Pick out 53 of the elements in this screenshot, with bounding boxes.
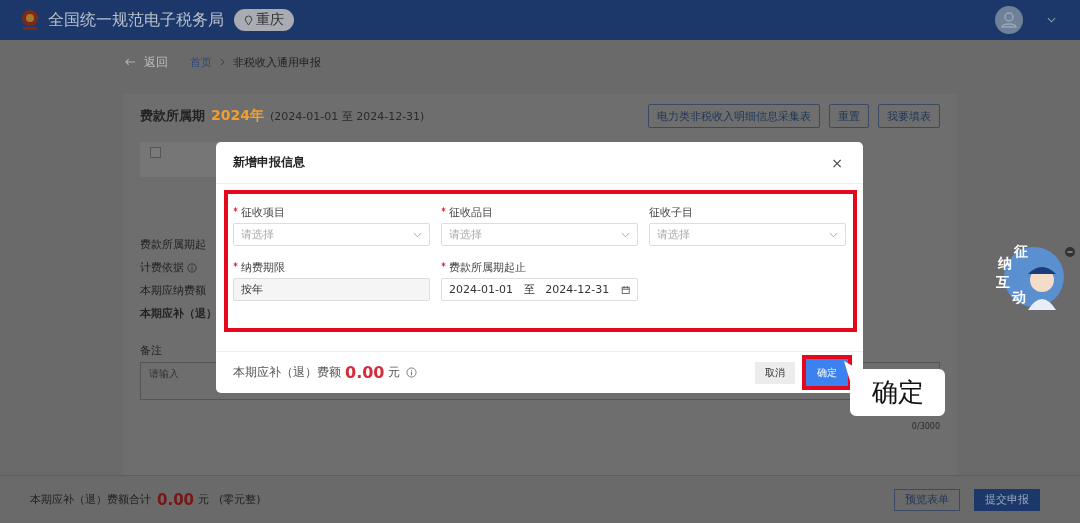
breadcrumb-current: 非税收入通用申报 [233,54,321,70]
toolbar-button[interactable]: 我要填表 [878,104,940,128]
remark-label: 备注 [140,343,163,358]
footer-button[interactable]: 预览表单 [894,488,960,511]
confirm-button[interactable]: 确定 [806,359,848,386]
amount-label: 本期应补（退）费额 [233,364,341,381]
dialog-title: 新增申报信息 [233,154,305,171]
toolbar-button[interactable]: 电力类非税收入明细信息采集表 [648,104,820,128]
character-counter: 0/3000 [911,422,940,431]
region-button[interactable]: 重庆 [234,9,294,31]
field-label: 征收项目 [241,205,285,220]
currency-unit: 元 [388,364,401,381]
period-label: 费款所属期 [140,107,205,125]
period-range: (2024-01-01 至 2024-12-31) [269,108,425,124]
field-label: 征收子目 [649,205,693,220]
toolbar-button[interactable]: 重置 [829,104,869,128]
chevron-down-icon [829,231,838,238]
calendar-icon[interactable] [620,284,630,295]
select-field[interactable]: 请选择 [441,223,638,246]
select-field[interactable]: 请选择 [649,223,846,246]
user-avatar-icon[interactable] [995,6,1023,34]
amount-in-words: (零元整) [219,492,261,507]
cancel-button[interactable]: 取消 [755,361,795,384]
mascot-character: 动 [1012,290,1026,304]
field-label: 计费依据 [140,261,184,275]
chevron-down-icon[interactable] [1047,17,1056,23]
info-icon [406,367,418,378]
location-icon [244,14,253,26]
callout-text: 确定 [871,376,924,409]
field-label: 纳费期限 [241,260,285,275]
chevron-down-icon [621,231,630,238]
select-field[interactable]: 请选择 [233,223,430,246]
chevron-right-icon [220,58,225,66]
close-button[interactable]: × [827,154,847,171]
minimize-icon[interactable] [1065,247,1075,257]
checkbox[interactable] [150,147,161,158]
field-label: 本期应纳费额 [140,284,206,298]
currency-unit: 元 [198,492,209,507]
back-link[interactable]: 返回 [144,53,168,71]
total-amount: 0.00 [157,490,194,509]
period-year: 2024年 [211,107,264,125]
chevron-down-icon [413,231,422,238]
field-label: 费款所属期起止 [449,260,526,275]
amount-value: 0.00 [345,363,385,382]
site-title: 全国统一规范电子税务局 [48,9,224,31]
field-label: 费款所属期起 [140,238,206,252]
back-arrow-icon[interactable] [125,58,136,66]
text-field[interactable]: 按年 [233,278,430,301]
date-range-field[interactable]: 2024-01-01 至 2024-12-31 [441,278,638,301]
footer-button[interactable]: 提交申报 [974,488,1040,511]
field-label: 征收品目 [449,205,493,220]
field-label: 本期应补（退） [140,307,217,321]
total-label: 本期应补（退）费额合计 [30,492,151,507]
